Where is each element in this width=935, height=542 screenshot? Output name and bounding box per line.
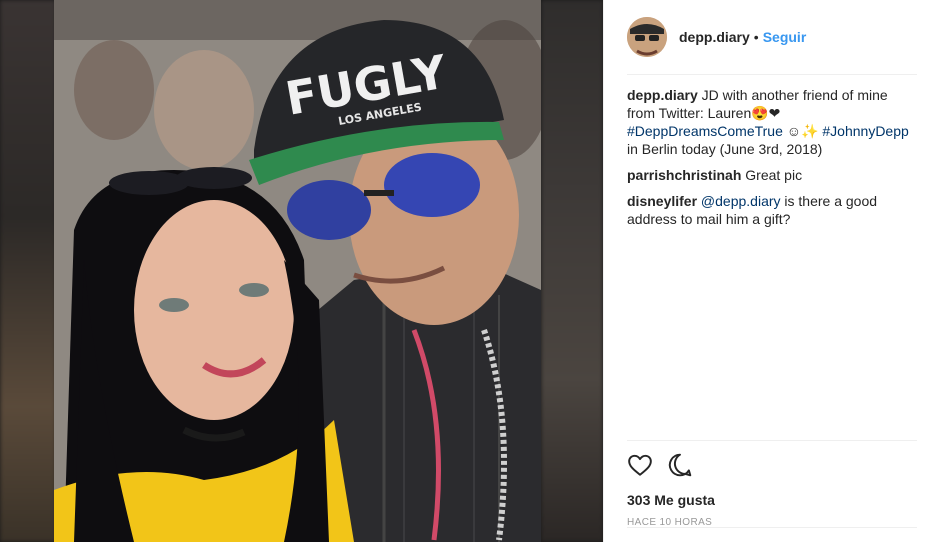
comment-mention[interactable]: @depp.diary [701,193,781,209]
separator-dot: • [753,29,759,45]
comment-item: disneylifer @depp.diary is there a good … [627,192,917,228]
hashtag-johnnydepp[interactable]: #JohnnyDepp [822,123,908,139]
blurred-background-right [541,0,603,542]
comment-item: parrishchristinah Great pic [627,166,917,184]
post-header: depp.diary • Seguir [627,0,917,75]
blurred-background-left [0,0,56,542]
heart-icon[interactable] [627,452,653,478]
post-actions: 303 Me gusta HACE 10 HORAS [627,440,917,528]
avatar[interactable] [627,17,667,57]
photo-illustration: FUGLY LOS ANGELES [54,0,541,542]
comment-username[interactable]: disneylifer [627,193,697,209]
like-count[interactable]: 303 Me gusta [627,492,917,508]
follow-button[interactable]: Seguir [763,29,807,45]
comment-icon[interactable] [667,452,693,478]
comments-list: depp.diary JD with another friend of min… [627,86,917,236]
caption-text-3: in Berlin today (June 3rd, 2018) [627,141,823,157]
divider [627,527,917,528]
comment-username[interactable]: parrishchristinah [627,167,741,183]
comment-text: Great pic [741,167,803,183]
instagram-post: FUGLY LOS ANGELES depp.diary • Seguir de… [0,0,935,542]
photo-area: FUGLY LOS ANGELES [0,0,603,542]
post-side-panel: depp.diary • Seguir depp.diary JD with a… [603,0,935,542]
avatar-image [627,17,667,57]
caption-username[interactable]: depp.diary [627,87,698,103]
caption-text-2: ☺✨ [782,123,819,139]
post-photo[interactable]: FUGLY LOS ANGELES [54,0,541,542]
hashtag-deppdreamscometrue[interactable]: #DeppDreamsComeTrue [627,123,783,139]
post-author-username[interactable]: depp.diary [679,29,750,45]
caption: depp.diary JD with another friend of min… [627,86,917,158]
